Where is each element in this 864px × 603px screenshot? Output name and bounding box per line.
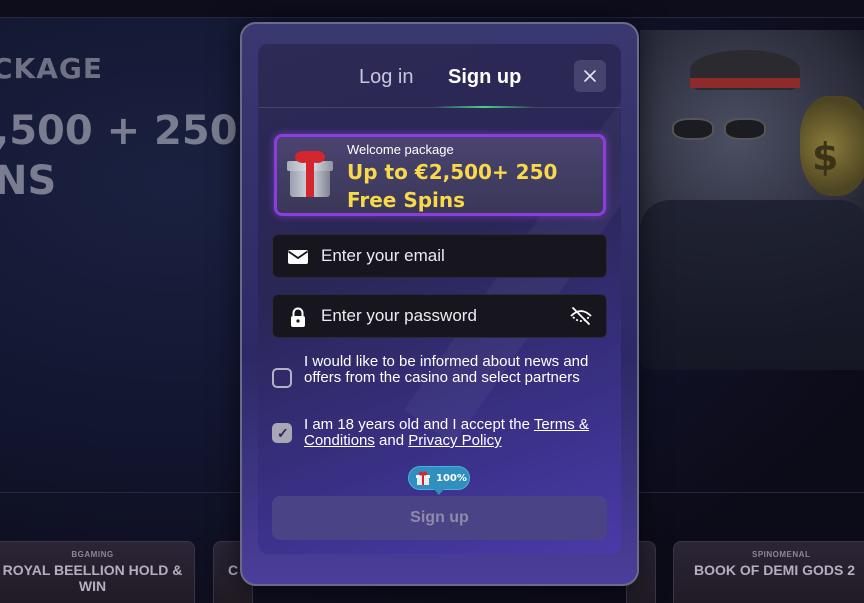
promo-label: Welcome package — [347, 142, 454, 157]
password-input[interactable] — [321, 295, 561, 337]
progress-value: 100% — [436, 472, 467, 484]
hat-band — [690, 78, 800, 88]
gift-icon — [416, 471, 430, 485]
game-title-line1: BOOK OF DEMI GODS 2 — [694, 562, 856, 578]
promo-title: Up to €2,500+ 250 Free Spins — [347, 160, 558, 212]
terms-text-before: I am 18 years old and I accept the — [304, 416, 534, 433]
tab-login[interactable]: Log in — [359, 66, 414, 89]
tab-signup[interactable]: Sign up — [448, 66, 521, 89]
lock-icon — [291, 307, 305, 327]
hero-text-line1: CKAGE — [0, 52, 104, 85]
privacy-link[interactable]: Privacy Policy — [408, 432, 501, 449]
game-card[interactable]: BGAMING ROYAL BEELLION HOLD & WIN — [0, 541, 195, 603]
hero-text-line2: ,500 + 250 — [0, 108, 238, 154]
terms-consent-checkbox[interactable]: ✓ — [272, 423, 292, 443]
car-illustration — [640, 200, 864, 370]
game-title-line2: WIN — [78, 578, 107, 594]
game-provider: BGAMING — [71, 550, 114, 559]
progress-badge-tail — [433, 488, 445, 495]
terms-text-mid: and — [374, 432, 409, 449]
top-bar — [0, 0, 864, 18]
hero-text-line3: NS — [0, 158, 57, 204]
password-field[interactable] — [272, 294, 607, 338]
sunglasses-illustration — [672, 118, 772, 140]
close-button[interactable] — [574, 60, 606, 92]
dollar-sign: $ — [812, 135, 839, 179]
progress-badge: 100% — [408, 466, 470, 490]
signup-dialog: Log in Sign up Welcome package Up to €2,… — [258, 44, 621, 554]
welcome-promo-banner: Welcome package Up to €2,500+ 250 Free S… — [274, 134, 606, 216]
game-title-line1: ROYAL BEELLION HOLD & — [2, 562, 183, 578]
news-consent-checkbox[interactable] — [272, 368, 292, 388]
gift-icon — [287, 151, 333, 199]
news-consent-label: I would like to be informed about news a… — [304, 353, 589, 386]
email-field[interactable] — [272, 234, 607, 278]
signup-submit-button[interactable]: Sign up — [272, 496, 607, 540]
eye-off-icon[interactable] — [569, 305, 593, 327]
email-input[interactable] — [321, 235, 561, 277]
game-provider: SPINOMENAL — [752, 550, 811, 559]
game-card[interactable]: SPINOMENAL BOOK OF DEMI GODS 2 — [673, 541, 864, 603]
terms-consent-label: I am 18 years old and I accept the Terms… — [304, 417, 607, 449]
active-tab-indicator — [433, 106, 535, 108]
close-icon — [584, 70, 596, 82]
checkmark-icon: ✓ — [277, 425, 289, 441]
envelope-icon — [287, 250, 309, 264]
